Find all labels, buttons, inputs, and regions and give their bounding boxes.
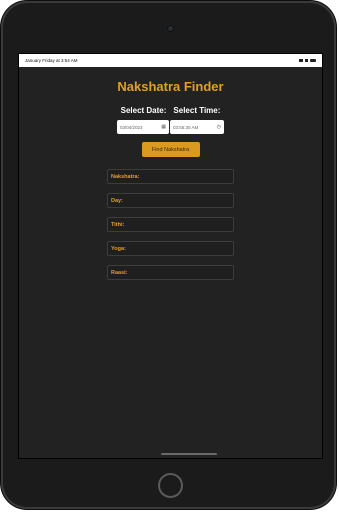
results-list: Nakshatra: Day: Tithi: Yoga: Raasi:: [19, 169, 322, 280]
camera-icon: [168, 26, 173, 31]
status-bar: January Friday at 3:54 AM: [19, 54, 322, 67]
clock-icon[interactable]: ◷: [217, 124, 221, 130]
date-input[interactable]: 03/04/2023 ▦: [117, 120, 169, 134]
tablet-device: January Friday at 3:54 AM Nakshatra Find…: [1, 1, 336, 509]
result-label: Raasi:: [111, 269, 128, 276]
result-label: Tithi:: [111, 221, 125, 228]
result-raasi: Raasi:: [107, 265, 234, 280]
result-tithi: Tithi:: [107, 217, 234, 232]
screen: January Friday at 3:54 AM Nakshatra Find…: [19, 54, 322, 458]
result-nakshatra: Nakshatra:: [107, 169, 234, 184]
find-nakshatra-button[interactable]: Find Nakshatra: [141, 142, 200, 157]
select-time-label: Select Time:: [173, 106, 221, 115]
status-time: January Friday at 3:54 AM: [25, 58, 78, 63]
inputs-row: 03/04/2023 ▦ 03:55:30 AM ◷: [19, 120, 322, 134]
result-label: Yoga:: [111, 245, 126, 252]
status-icons: [299, 59, 316, 62]
calendar-icon[interactable]: ▦: [161, 124, 166, 130]
input-labels: Select Date: Select Time:: [19, 106, 322, 115]
home-indicator[interactable]: [161, 453, 217, 455]
page-title: Nakshatra Finder: [117, 79, 224, 94]
wifi-icon: [305, 59, 308, 62]
time-value: 03:55:30 AM: [173, 124, 199, 130]
battery-icon: [310, 59, 316, 62]
time-input[interactable]: 03:55:30 AM ◷: [170, 120, 224, 134]
date-value: 03/04/2023: [120, 124, 143, 130]
result-label: Nakshatra:: [111, 173, 140, 180]
result-day: Day:: [107, 193, 234, 208]
result-label: Day:: [111, 197, 123, 204]
select-date-label: Select Date:: [120, 106, 167, 115]
signal-icon: [299, 59, 303, 62]
result-yoga: Yoga:: [107, 241, 234, 256]
home-button[interactable]: [158, 473, 183, 498]
